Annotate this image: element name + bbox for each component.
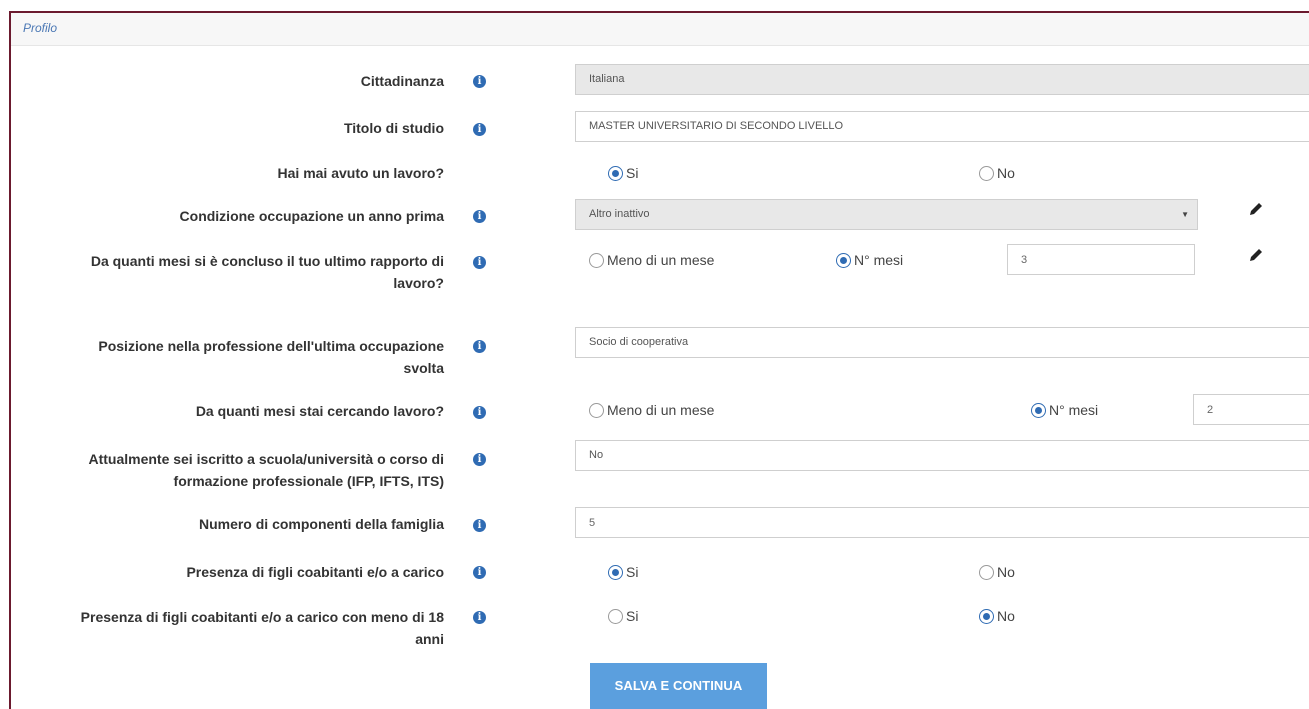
radio-label: Si	[626, 165, 639, 181]
save-continue-button[interactable]: SALVA E CONTINUA	[590, 663, 767, 709]
radio-label: Si	[626, 608, 639, 624]
componenti-input[interactable]: 5	[575, 507, 1309, 538]
figli-18-label-line2: anni	[415, 631, 444, 647]
mesi-concluso-radio-months[interactable]: N° mesi	[836, 250, 903, 270]
mesi-cercando-value: 2	[1207, 404, 1214, 416]
panel-header: Profilo	[11, 13, 1309, 46]
info-icon[interactable]: i	[473, 566, 486, 579]
mesi-cercando-radio-less[interactable]: Meno di un mese	[589, 400, 714, 420]
titolo-studio-value: MASTER UNIVERSITARIO DI SECONDO LIVELLO	[589, 120, 844, 132]
mesi-cercando-input[interactable]: 2	[1193, 394, 1309, 425]
mesi-cercando-radio-months[interactable]: N° mesi	[1031, 400, 1098, 420]
radio-dot	[608, 608, 623, 624]
condizione-value: Altro inattivo	[589, 208, 650, 220]
mesi-concluso-input[interactable]: 3	[1007, 244, 1195, 275]
info-icon[interactable]: i	[473, 611, 486, 624]
iscritto-select[interactable]: No	[575, 440, 1309, 471]
titolo-studio-label: Titolo di studio	[343, 120, 444, 136]
cittadinanza-value: Italiana	[589, 73, 625, 85]
radio-label: Si	[626, 564, 639, 580]
iscritto-value: No	[589, 449, 604, 461]
figli-18-label-line1: Presenza di figli coabitanti e/o a caric…	[80, 609, 444, 625]
condizione-label: Condizione occupazione un anno prima	[179, 208, 444, 224]
radio-label: No	[997, 608, 1015, 624]
radio-dot	[589, 252, 604, 268]
caret-down-icon: ▼	[1181, 210, 1189, 219]
figli-radio-no[interactable]: No	[979, 562, 1015, 582]
figli-18-radio-yes[interactable]: Si	[608, 606, 638, 626]
radio-dot	[608, 165, 623, 181]
mesi-concluso-radio-less[interactable]: Meno di un mese	[589, 250, 714, 270]
radio-dot	[979, 165, 994, 181]
figli-label: Presenza di figli coabitanti e/o a caric…	[186, 564, 444, 580]
radio-label: No	[997, 564, 1015, 580]
titolo-studio-select[interactable]: MASTER UNIVERSITARIO DI SECONDO LIVELLO	[575, 111, 1309, 142]
info-icon[interactable]: i	[473, 453, 486, 466]
info-icon[interactable]: i	[473, 123, 486, 136]
radio-dot	[979, 608, 994, 624]
radio-dot	[608, 564, 623, 580]
radio-label: N° mesi	[1049, 402, 1099, 418]
condizione-select[interactable]: Altro inattivo ▼	[575, 199, 1198, 230]
radio-dot	[979, 564, 994, 580]
info-icon[interactable]: i	[473, 256, 486, 269]
posizione-value: Socio di cooperativa	[589, 336, 689, 348]
posizione-label-line1: Posizione nella professione dell'ultima …	[98, 338, 444, 354]
mesi-concluso-label-line2: lavoro?	[393, 275, 444, 291]
mesi-concluso-label-line1: Da quanti mesi si è concluso il tuo ulti…	[90, 253, 444, 269]
componenti-label: Numero di componenti della famiglia	[198, 516, 444, 532]
info-icon[interactable]: i	[473, 75, 486, 88]
panel-title: Profilo	[23, 21, 58, 35]
lavoro-radio-yes[interactable]: Si	[608, 163, 638, 183]
iscritto-label-line2: formazione professionale (IFP, IFTS, ITS…	[173, 473, 444, 489]
info-icon[interactable]: i	[473, 210, 486, 223]
radio-label: Meno di un mese	[607, 402, 715, 418]
componenti-value: 5	[589, 517, 596, 529]
lavoro-label: Hai mai avuto un lavoro?	[277, 165, 444, 181]
posizione-select[interactable]: Socio di cooperativa	[575, 327, 1309, 358]
radio-dot	[836, 252, 851, 268]
radio-label: No	[997, 165, 1015, 181]
posizione-label-line2: svolta	[403, 360, 444, 376]
lavoro-radio-no[interactable]: No	[979, 163, 1015, 183]
radio-dot	[589, 402, 604, 418]
mesi-cercando-label: Da quanti mesi stai cercando lavoro?	[195, 403, 444, 419]
pencil-icon[interactable]	[1248, 247, 1264, 263]
mesi-concluso-value: 3	[1021, 254, 1028, 266]
figli-radio-yes[interactable]: Si	[608, 562, 638, 582]
iscritto-label-line1: Attualmente sei iscritto a scuola/univer…	[88, 451, 444, 467]
info-icon[interactable]: i	[473, 519, 486, 532]
info-icon[interactable]: i	[473, 340, 486, 353]
radio-label: Meno di un mese	[607, 252, 715, 268]
pencil-icon[interactable]	[1248, 201, 1264, 217]
radio-dot	[1031, 402, 1046, 418]
figli-18-radio-no[interactable]: No	[979, 606, 1015, 626]
radio-label: N° mesi	[854, 252, 904, 268]
info-icon[interactable]: i	[473, 406, 486, 419]
cittadinanza-label: Cittadinanza	[360, 73, 444, 89]
cittadinanza-select[interactable]: Italiana	[575, 64, 1309, 95]
